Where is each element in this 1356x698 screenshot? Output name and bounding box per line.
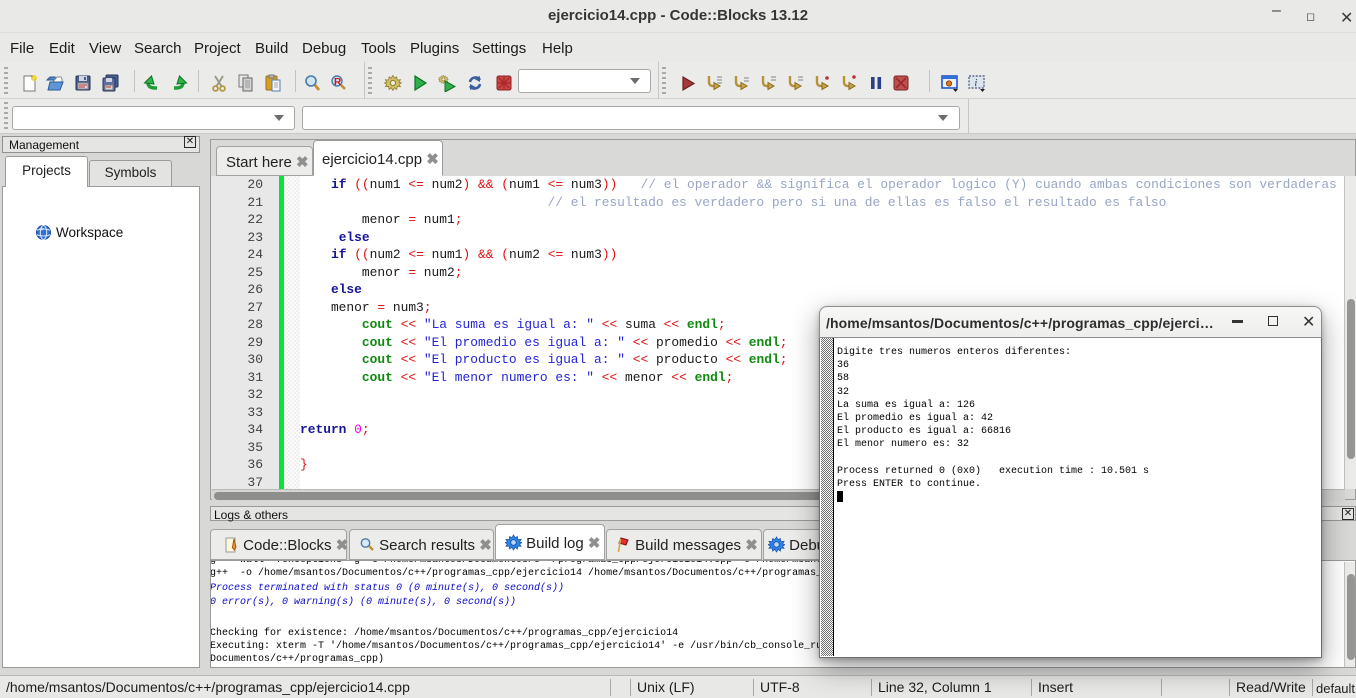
svg-text:i: i <box>975 78 978 89</box>
